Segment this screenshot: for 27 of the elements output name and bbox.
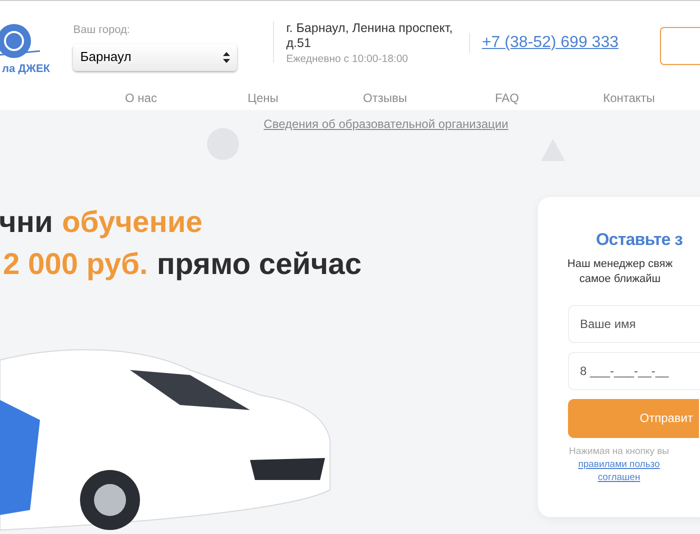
address-text: г. Барнаул, Ленина проспект, д.51	[286, 21, 454, 51]
terms-link[interactable]: соглашен	[598, 470, 640, 484]
nav-link[interactable]: Цены	[202, 89, 324, 107]
nav-link[interactable]: Контакты	[568, 89, 690, 107]
callback-button[interactable]	[660, 27, 700, 65]
form-subtitle: Наш менеджер свяж	[567, 256, 673, 272]
select-arrows-icon	[223, 52, 230, 62]
phone-link[interactable]: +7 (38-52) 699 333	[482, 31, 618, 55]
headline-text: 2 000 руб.	[3, 247, 148, 283]
phone-input-field[interactable]: 8 ___-___-__-__	[568, 352, 700, 390]
headline-text: обучение	[62, 205, 202, 241]
form-subtitle: самое ближайш	[579, 272, 661, 286]
city-select[interactable]: Барнаул	[73, 44, 238, 70]
consent-note: Нажимая на кнопку вы	[569, 444, 669, 458]
nav-link[interactable]: Отзывы	[324, 89, 446, 107]
nav-link[interactable]: О нас	[80, 89, 202, 107]
logo-text: ла ДЖЕК	[2, 62, 50, 77]
submit-button[interactable]: Отправит	[568, 398, 699, 438]
headline-text: прямо сейчас	[156, 247, 362, 283]
name-input-field[interactable]: Ваше имя	[568, 304, 700, 342]
nav-link[interactable]: FAQ	[446, 89, 568, 107]
headline-text: чни	[0, 205, 53, 241]
hours-text: Ежедневно с 10:00-18:00	[286, 52, 409, 67]
education-info-link[interactable]: Сведения об образовательной организации	[264, 115, 508, 133]
city-label: Ваш город:	[73, 23, 131, 38]
form-title: Оставьте з	[596, 229, 684, 251]
terms-link[interactable]: правилами пользо	[578, 458, 660, 470]
